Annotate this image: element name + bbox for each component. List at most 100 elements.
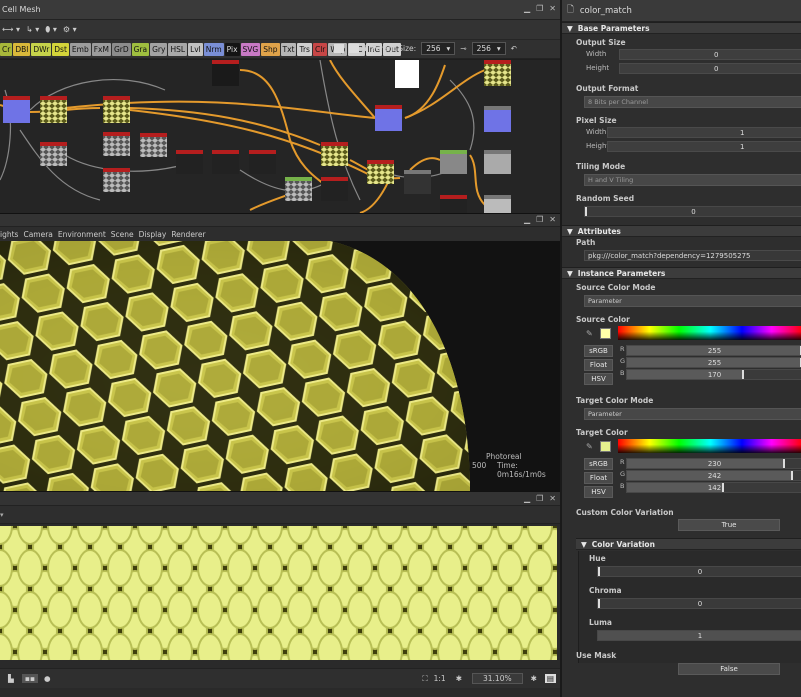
restore-icon[interactable]: ❐ (536, 215, 543, 224)
connect-icon[interactable]: ⟷ ▾ (2, 25, 20, 34)
menu-renderer[interactable]: Renderer (171, 230, 205, 239)
node-button-shp[interactable]: Shp (261, 42, 280, 56)
restore-icon[interactable]: ❐ (536, 4, 543, 13)
target-color-swatch[interactable] (600, 441, 611, 452)
node-button-gry[interactable]: Gry (150, 42, 168, 56)
eyedropper-icon[interactable]: ✎ (586, 329, 593, 338)
source-color-spectrum[interactable] (618, 326, 801, 340)
source-hsv-button[interactable]: HSV (584, 373, 613, 385)
source-float-button[interactable]: Float (584, 359, 613, 371)
output-height-field[interactable]: 0 (619, 63, 801, 74)
close-icon[interactable]: ✕ (549, 215, 556, 224)
histogram-icon[interactable]: ▙ (8, 674, 14, 683)
source-r-slider[interactable]: 255 (626, 345, 801, 356)
output-size-dropdown[interactable]: 256 ▾ (471, 42, 506, 55)
eyedropper-icon[interactable]: ✎ (586, 442, 593, 451)
source-color-swatch[interactable] (600, 328, 611, 339)
menu-ights[interactable]: ights (0, 230, 18, 239)
node-button-pix[interactable]: Pix (224, 42, 240, 56)
custom-color-variation-toggle[interactable]: True (678, 519, 780, 531)
node-button-hsl[interactable]: HSL (168, 42, 188, 56)
graph-canvas[interactable] (0, 60, 560, 213)
node-button-cr[interactable]: Cr (0, 42, 13, 56)
menu-camera[interactable]: Camera (23, 230, 52, 239)
output-format-dropdown[interactable]: 8 Bits per Channel (584, 96, 801, 108)
parent-size-label: Parent Size: (371, 44, 417, 53)
hue-label: Hue (589, 554, 606, 563)
target-srgb-button[interactable]: sRGB (584, 458, 613, 470)
undo-icon[interactable]: ↶ (511, 44, 517, 53)
source-r-label: R (620, 345, 625, 353)
node-button-grd[interactable]: GrD (111, 42, 131, 56)
close-icon[interactable]: ✕ (549, 494, 556, 503)
node-button-emb[interactable]: Emb (69, 42, 91, 56)
minimize-icon[interactable]: ▁ (524, 4, 530, 13)
section-instance-parameters[interactable]: ▼ Instance Parameters (562, 267, 801, 279)
target-color-spectrum[interactable] (618, 439, 801, 453)
zoom-in-icon[interactable]: ✱ (531, 674, 537, 683)
pixel-height-field[interactable]: 1 (607, 141, 801, 152)
3d-render (0, 241, 560, 492)
target-g-slider[interactable]: 242 (626, 470, 801, 481)
fit-icon[interactable]: ⛶ (422, 674, 427, 684)
section-base-parameters[interactable]: ▼ Base Parameters (562, 22, 801, 34)
tiling-mode-label: Tiling Mode (576, 162, 626, 171)
3d-viewport[interactable]: Photoreal 500 Time: 0m16s/1m0s (0, 241, 560, 492)
paint-icon[interactable]: ⬮ ▾ (45, 25, 57, 35)
section-color-variation[interactable]: ▼ Color Variation (576, 538, 801, 550)
chroma-slider[interactable]: 0 (597, 598, 801, 609)
menu-display[interactable]: Display (139, 230, 167, 239)
node-button-clr[interactable]: Clr (312, 42, 328, 56)
pixel-width-field[interactable]: 1 (607, 127, 801, 138)
minimize-icon[interactable]: ▁ (524, 494, 530, 503)
random-seed-slider[interactable]: 0 (584, 206, 801, 217)
panel-toggle-icon[interactable]: ▤ (544, 674, 556, 683)
tiling-mode-dropdown[interactable]: H and V Tiling (584, 174, 801, 186)
target-b-slider[interactable]: 142 (626, 482, 801, 493)
dropdown-arrow-icon[interactable]: ▾ (0, 511, 4, 519)
close-icon[interactable]: ✕ (549, 4, 556, 13)
node-button-dst[interactable]: Dst (52, 42, 69, 56)
path-field[interactable]: pkg:///color_match?dependency=1279505275 (584, 250, 801, 261)
output-width-field[interactable]: 0 (619, 49, 801, 60)
section-attributes[interactable]: ▼ Attributes (562, 225, 801, 237)
node-button-dbl[interactable]: DBl (13, 42, 31, 56)
zoom-level[interactable]: 31.10% (472, 673, 523, 684)
target-hsv-button[interactable]: HSV (584, 486, 613, 498)
menu-scene[interactable]: Scene (111, 230, 134, 239)
size-controls: ℹ Parent Size: 256 ▾ ⊸ 256 ▾ ↶ (334, 42, 517, 55)
restore-icon[interactable]: ❐ (536, 494, 543, 503)
source-srgb-button[interactable]: sRGB (584, 345, 613, 357)
source-color-mode-dropdown[interactable]: Parameter (584, 295, 801, 307)
info-icon[interactable]: ℹ (364, 44, 367, 53)
color-icon[interactable]: ● (44, 674, 51, 683)
zoom-out-icon[interactable]: ✱ (456, 674, 462, 683)
node-button-lvl[interactable]: Lvl (188, 42, 203, 56)
link-icon[interactable]: ↳ ▾ (26, 25, 39, 34)
target-float-button[interactable]: Float (584, 472, 613, 484)
node-button-dwr[interactable]: DWr (31, 42, 52, 56)
gear-icon[interactable]: ⚙ ▾ (63, 25, 77, 34)
ratio-button[interactable]: 1:1 (434, 674, 446, 683)
parent-size-dropdown[interactable]: 256 ▾ (421, 42, 456, 55)
comment-icon[interactable] (334, 44, 344, 53)
node-button-trs[interactable]: Trs (297, 42, 312, 56)
target-r-slider[interactable]: 230 (626, 458, 801, 469)
source-b-slider[interactable]: 170 (626, 369, 801, 380)
source-g-slider[interactable]: 255 (626, 357, 801, 368)
frame-icon[interactable] (349, 44, 359, 53)
minimize-icon[interactable]: ▁ (524, 215, 530, 224)
use-mask-toggle[interactable]: False (678, 663, 780, 675)
node-button-fxm[interactable]: FxM (91, 42, 111, 56)
link-size-icon[interactable]: ⊸ (460, 44, 466, 53)
node-button-nrm[interactable]: Nrm (203, 42, 224, 56)
node-button-svg[interactable]: SVG (240, 42, 261, 56)
luma-slider[interactable]: 1 (597, 630, 801, 641)
menu-environment[interactable]: Environment (58, 230, 106, 239)
node-button-gra[interactable]: Gra (131, 42, 150, 56)
2d-viewport[interactable] (0, 526, 560, 660)
node-button-txt[interactable]: Txt (280, 42, 297, 56)
channels-icon[interactable]: ▪▪ (21, 674, 38, 683)
target-color-mode-dropdown[interactable]: Parameter (584, 408, 801, 420)
hue-slider[interactable]: 0 (597, 566, 801, 577)
